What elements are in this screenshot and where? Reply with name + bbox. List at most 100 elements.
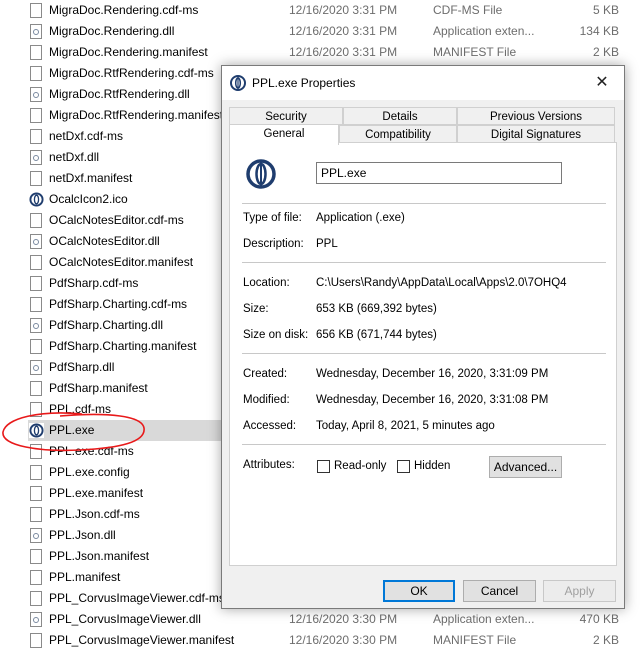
cancel-button[interactable]: Cancel [463,580,536,602]
file-type: CDF-MS File [433,3,503,17]
file-icon [30,171,42,186]
attributes-label: Attributes: [243,459,295,471]
file-name: PPL_CorvusImageViewer.cdf-ms [49,591,225,605]
file-type: MANIFEST File [433,45,517,59]
file-name: OCalcNotesEditor.cdf-ms [49,213,184,227]
divider [242,444,606,445]
file-icon [30,129,42,144]
dialog-title: PPL.exe Properties [252,76,356,90]
description-label: Description: [243,238,304,250]
file-list-item[interactable]: MigraDoc.Rendering.dll 12/16/2020 3:31 PM… [28,21,641,42]
readonly-label[interactable]: Read-only [334,460,386,472]
tab-details[interactable]: Details [343,107,457,125]
file-date: 12/16/2020 3:30 PM [289,612,398,626]
readonly-checkbox[interactable] [317,460,330,473]
file-name: MigraDoc.Rendering.manifest [49,45,208,59]
dll-icon [30,612,42,627]
file-name: netDxf.cdf-ms [49,129,124,143]
file-name: MigraDoc.RtfRendering.cdf-ms [49,66,214,80]
divider [242,203,606,204]
title-bar[interactable]: PPL.exe Properties ✕ [222,66,624,100]
tab-previous-versions[interactable]: Previous Versions [457,107,615,125]
file-icon [30,45,42,60]
location-label: Location: [243,277,290,289]
file-icon [30,255,42,270]
hidden-label[interactable]: Hidden [414,460,450,472]
file-type: Application exten... [433,24,535,38]
file-name: PPL.Json.manifest [49,549,150,563]
file-icon [30,507,42,522]
created-label: Created: [243,368,288,380]
tab-security[interactable]: Security [229,107,343,125]
file-name: PdfSharp.Charting.manifest [49,339,197,353]
dll-icon [30,318,42,333]
file-size: 2 KB [592,45,619,59]
close-button[interactable]: ✕ [580,66,624,100]
dll-icon [30,360,42,375]
file-size: 5 KB [592,3,619,17]
divider [242,262,606,263]
file-size: 470 KB [579,612,619,626]
dll-icon [30,528,42,543]
file-name: MigraDoc.Rendering.cdf-ms [49,3,199,17]
file-name: OCalcNotesEditor.manifest [49,255,194,269]
file-date: 12/16/2020 3:31 PM [289,24,398,38]
file-icon [30,213,42,228]
tab-compatibility[interactable]: Compatibility [339,125,457,143]
modified-value: Wednesday, December 16, 2020, 3:31:08 PM [316,394,549,406]
file-icon [30,297,42,312]
size-on-disk-value: 656 KB (671,744 bytes) [316,329,437,341]
app-icon [245,158,277,190]
apply-button[interactable]: Apply [543,580,616,602]
tab-digital-signatures[interactable]: Digital Signatures [457,125,615,143]
location-value: C:\Users\Randy\AppData\Local\Apps\2.0\7O… [316,277,567,289]
size-on-disk-label: Size on disk: [243,329,309,341]
file-type: Application exten... [433,612,535,626]
file-icon [30,276,42,291]
size-value: 653 KB (669,392 bytes) [316,303,437,315]
size-label: Size: [243,303,269,315]
file-name: PdfSharp.cdf-ms [49,276,139,290]
file-name: PPL_CorvusImageViewer.dll [49,612,201,626]
file-date: 12/16/2020 3:31 PM [289,3,398,17]
file-name: PdfSharp.Charting.dll [49,318,164,332]
file-icon [30,570,42,585]
file-list-item[interactable]: MigraDoc.Rendering.cdf-ms 12/16/2020 3:31… [28,0,641,21]
file-name-field[interactable]: PPL.exe [316,162,562,184]
file-name: MigraDoc.Rendering.dll [49,24,175,38]
file-name: netDxf.dll [49,150,100,164]
accessed-label: Accessed: [243,420,297,432]
properties-dialog: PPL.exe Properties ✕ Security Details Pr… [221,65,625,609]
file-name: MigraDoc.RtfRendering.manifest [49,108,224,122]
file-icon [30,486,42,501]
modified-label: Modified: [243,394,290,406]
file-name: netDxf.manifest [49,171,133,185]
file-name: PPL.Json.dll [49,528,116,542]
file-name: OCalcNotesEditor.dll [49,234,160,248]
red-annotation-circle [2,412,145,452]
file-name: PPL.exe.manifest [49,486,144,500]
file-name: PdfSharp.Charting.cdf-ms [49,297,188,311]
accessed-value: Today, April 8, 2021, 5 minutes ago [316,420,495,432]
file-date: 12/16/2020 3:31 PM [289,45,398,59]
file-name: PPL.Json.cdf-ms [49,507,140,521]
ok-button[interactable]: OK [383,580,455,602]
hidden-checkbox[interactable] [397,460,410,473]
file-name: PPL.exe.config [49,465,130,479]
general-tab-panel: PPL.exe Type of file: Application (.exe)… [229,142,617,566]
file-name: OcalcIcon2.ico [49,192,128,206]
dll-icon [30,87,42,102]
tab-general[interactable]: General [229,124,339,145]
file-name: MigraDoc.RtfRendering.dll [49,87,190,101]
advanced-button[interactable]: Advanced... [489,456,562,478]
dll-icon [30,234,42,249]
file-icon [30,66,42,81]
file-icon [30,381,42,396]
file-icon [30,549,42,564]
file-list-item[interactable]: PPL_CorvusImageViewer.dll 12/16/2020 3:30… [28,609,641,630]
dll-icon [30,150,42,165]
file-size: 134 KB [579,24,619,38]
file-list-item[interactable]: MigraDoc.Rendering.manifest 12/16/2020 3:… [28,42,641,63]
description-value: PPL [316,238,338,250]
file-icon [30,3,42,18]
